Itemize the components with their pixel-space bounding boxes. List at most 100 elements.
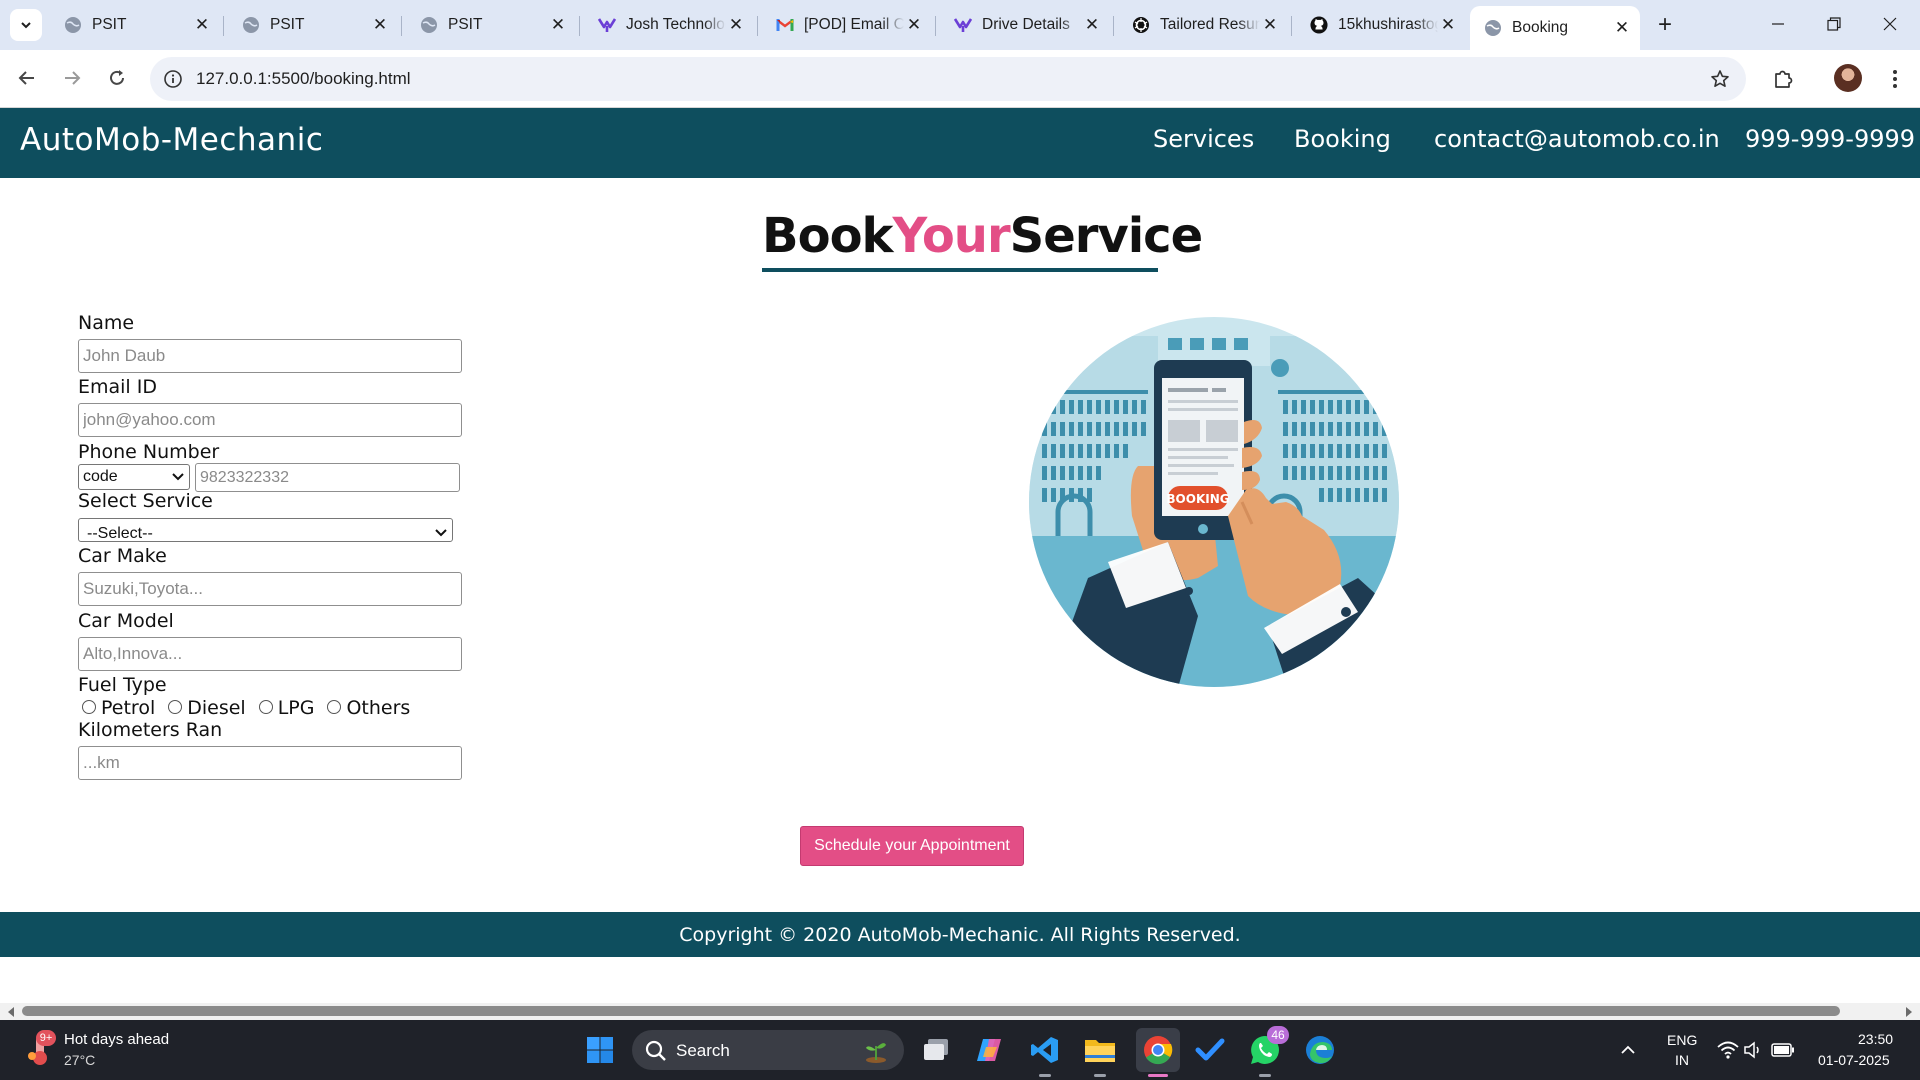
country-code-select[interactable]: code <box>78 464 190 490</box>
weather-title[interactable]: Hot days ahead <box>64 1031 169 1048</box>
arrow-left-icon <box>18 71 34 85</box>
whatsapp-button[interactable]: 46 <box>1247 1026 1289 1068</box>
language-bottom[interactable]: IN <box>1675 1052 1689 1068</box>
show-hidden-icons-button[interactable] <box>1614 1032 1642 1068</box>
task-view-button[interactable] <box>918 1032 954 1068</box>
nav-email[interactable]: contact@automob.co.in <box>1434 125 1720 153</box>
car-model-input[interactable] <box>78 637 462 671</box>
weather-widget[interactable]: 9+ <box>26 1030 56 1066</box>
taskbar-search[interactable]: Search <box>632 1030 904 1070</box>
fuel-option-label: Others <box>346 697 411 719</box>
restore-button[interactable] <box>1806 0 1862 48</box>
close-icon <box>1883 17 1897 31</box>
close-icon[interactable]: ✕ <box>1612 18 1632 38</box>
fuel-option-lpg[interactable]: LPG <box>258 697 314 719</box>
battery-icon <box>1771 1043 1794 1057</box>
schedule-appointment-button[interactable]: Schedule your Appointment <box>800 826 1024 866</box>
fuel-type-options: Petrol Diesel LPG Others <box>82 697 423 719</box>
restore-icon <box>1827 17 1841 31</box>
tab-psit-2[interactable]: PSIT ✕ <box>228 8 398 42</box>
brand-logo[interactable]: AutoMob-Mechanic <box>20 122 323 158</box>
radio-button[interactable] <box>258 700 273 714</box>
bookmark-star-icon[interactable] <box>1708 67 1732 91</box>
fuel-option-diesel[interactable]: Diesel <box>168 697 246 719</box>
edge-button[interactable] <box>1302 1032 1338 1068</box>
browser-menu-button[interactable] <box>1880 62 1910 96</box>
tab-title: PSIT <box>92 16 127 33</box>
battery-status[interactable] <box>1770 1032 1796 1068</box>
close-icon[interactable]: ✕ <box>548 15 568 35</box>
back-button[interactable] <box>10 61 44 95</box>
screen: PSIT ✕ PSIT ✕ PSIT ✕ Josh Technology ✕ [… <box>0 0 1920 1080</box>
chrome-button[interactable] <box>1136 1028 1180 1072</box>
close-icon[interactable]: ✕ <box>370 15 390 35</box>
weather-temp[interactable]: 27°C <box>64 1052 95 1068</box>
radio-button[interactable] <box>82 700 96 714</box>
nav-phone[interactable]: 999-999-9999 <box>1745 125 1915 153</box>
volume-status[interactable] <box>1742 1032 1766 1068</box>
nav-services[interactable]: Services <box>1153 125 1254 153</box>
puzzle-icon <box>1775 70 1793 88</box>
minimize-button[interactable] <box>1750 0 1806 48</box>
email-input[interactable] <box>78 403 462 437</box>
web-page: AutoMob-Mechanic Services Booking contac… <box>0 108 1920 1006</box>
site-info-icon[interactable] <box>160 66 186 92</box>
phone-input[interactable] <box>195 463 460 492</box>
extensions-button[interactable] <box>1766 62 1800 96</box>
wifi-status[interactable] <box>1716 1032 1740 1068</box>
fuel-option-others[interactable]: Others <box>327 697 410 719</box>
service-select[interactable]: --Select-- <box>78 518 453 542</box>
openai-icon <box>1132 16 1150 34</box>
tab-josh-technology[interactable]: Josh Technology ✕ <box>584 8 754 42</box>
close-icon[interactable]: ✕ <box>1260 15 1280 35</box>
booking-illustration: BOOKING <box>1029 317 1399 687</box>
radio-button[interactable] <box>327 700 342 714</box>
close-icon[interactable]: ✕ <box>1082 15 1102 35</box>
vscode-button[interactable] <box>1027 1032 1063 1068</box>
url-text[interactable]: 127.0.0.1:5500/booking.html <box>196 69 411 89</box>
clock-date[interactable]: 01-07-2025 <box>1818 1052 1890 1068</box>
close-icon[interactable]: ✕ <box>904 15 924 35</box>
tab-psit-1[interactable]: PSIT ✕ <box>50 8 220 42</box>
horizontal-scrollbar[interactable] <box>0 1003 1920 1020</box>
tab-tailored-resume[interactable]: Tailored Resume ✕ <box>1118 8 1288 42</box>
speaker-icon <box>1744 1041 1759 1059</box>
tab-search-button[interactable] <box>10 9 42 41</box>
title-your: Your <box>892 208 1010 264</box>
gmail-icon <box>776 16 794 34</box>
tab-github[interactable]: 15khushirastogi ✕ <box>1296 8 1466 42</box>
tab-drive-details[interactable]: Drive Details ✕ <box>940 8 1110 42</box>
fuel-option-petrol[interactable]: Petrol <box>82 697 155 719</box>
radio-button[interactable] <box>168 700 183 714</box>
profile-avatar[interactable] <box>1834 64 1862 92</box>
todo-button[interactable] <box>1192 1032 1228 1068</box>
language-top[interactable]: ENG <box>1667 1032 1697 1048</box>
tab-title: [POD] Email C <box>804 16 904 33</box>
close-window-button[interactable] <box>1862 0 1918 48</box>
address-bar[interactable]: 127.0.0.1:5500/booking.html <box>150 57 1746 101</box>
nav-booking[interactable]: Booking <box>1294 125 1391 153</box>
tab-gmail[interactable]: [POD] Email C ✕ <box>762 8 932 42</box>
kilometers-input[interactable] <box>78 746 462 780</box>
scroll-right-icon[interactable] <box>1902 1005 1916 1018</box>
edge-icon <box>1306 1036 1334 1064</box>
tab-booking[interactable]: Booking ✕ <box>1470 6 1640 50</box>
forward-button[interactable] <box>55 61 89 95</box>
clock-time[interactable]: 23:50 <box>1858 1031 1893 1047</box>
file-explorer-button[interactable] <box>1082 1032 1118 1068</box>
tab-strip: PSIT ✕ PSIT ✕ PSIT ✕ Josh Technology ✕ [… <box>0 0 1920 50</box>
tab-psit-3[interactable]: PSIT ✕ <box>406 8 576 42</box>
close-icon[interactable]: ✕ <box>192 15 212 35</box>
start-button[interactable] <box>582 1032 618 1068</box>
globe-icon <box>64 16 82 34</box>
name-input[interactable] <box>78 339 462 373</box>
new-tab-button[interactable]: + <box>1650 10 1680 40</box>
scroll-left-icon[interactable] <box>4 1005 18 1018</box>
reload-button[interactable] <box>100 61 134 95</box>
scrollbar-thumb[interactable] <box>22 1006 1840 1016</box>
close-icon[interactable]: ✕ <box>726 15 746 35</box>
close-icon[interactable]: ✕ <box>1438 15 1458 35</box>
car-make-input[interactable] <box>78 572 462 606</box>
josh-icon <box>954 16 972 34</box>
copilot-button[interactable] <box>972 1032 1008 1068</box>
